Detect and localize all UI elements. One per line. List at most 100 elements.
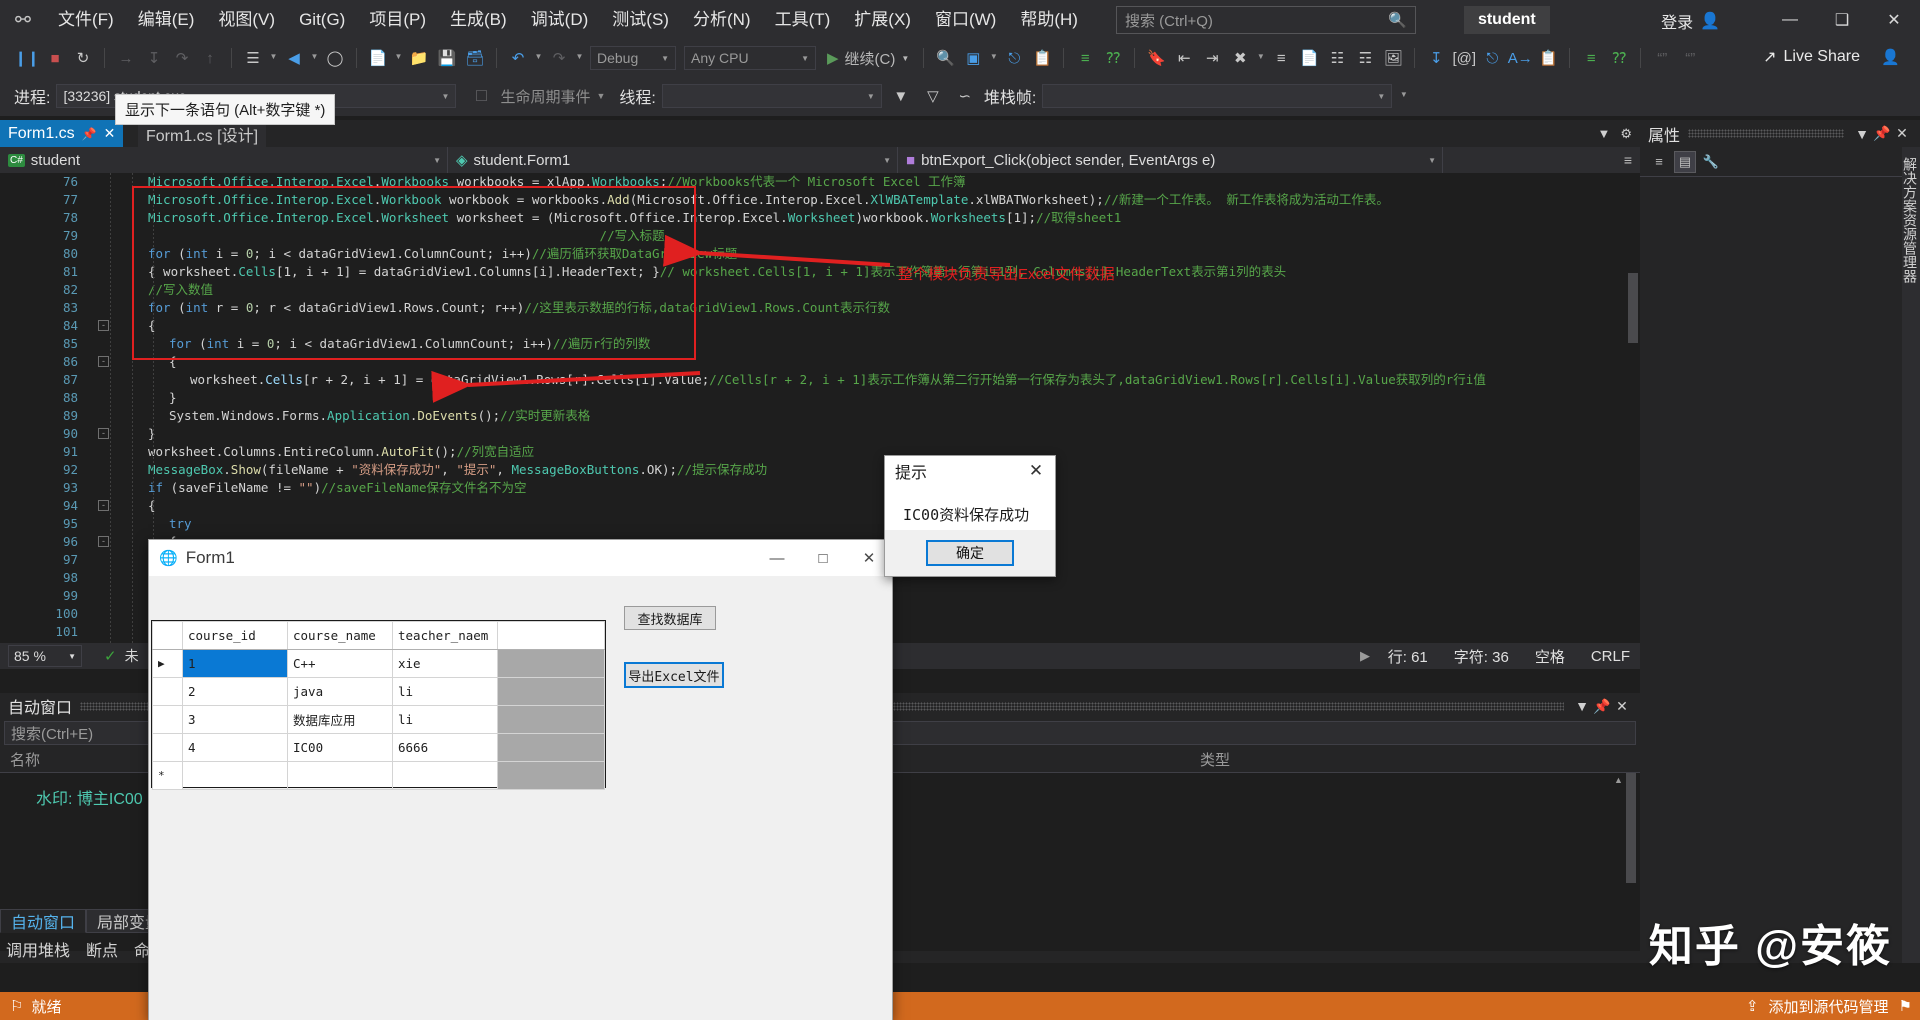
menu-item-edit[interactable]: 编辑(E) (126, 5, 207, 35)
code-fold-toggle[interactable]: - (98, 536, 109, 547)
chevron-down-icon-5[interactable]: ▼ (574, 52, 585, 65)
navigate-backward-icon[interactable]: ◀ (281, 45, 307, 71)
table-row[interactable]: * (152, 761, 605, 790)
pin-icon-properties[interactable]: 📌 (1872, 125, 1892, 142)
code-fold-toggle[interactable]: - (98, 320, 109, 331)
play-small-icon[interactable]: ▶ (1360, 648, 1370, 664)
add-to-source-control-label[interactable]: 添加到源代码管理 (1769, 996, 1889, 1017)
form1-title-bar[interactable]: 🌐 Form1 — □ ✕ (149, 540, 892, 576)
restart-icon[interactable]: ↻ (70, 45, 96, 71)
lifecycle-events-checkbox[interactable]: ☐ (468, 83, 494, 109)
table-row[interactable]: ▶ 1 C++ xie (152, 649, 605, 678)
at-icon[interactable]: [@] (1451, 45, 1477, 71)
grid-cell[interactable]: 数据库应用 (287, 705, 393, 734)
select-element-icon[interactable]: ⎋ (1001, 45, 1027, 71)
nav-combo-project[interactable]: C# student ▼ (0, 147, 448, 173)
grid-cell[interactable]: 2 (182, 677, 288, 706)
pointer-icon[interactable]: ⎋ (1479, 45, 1505, 71)
grid-cell[interactable]: C++ (287, 649, 393, 678)
message-dialog-close-button[interactable]: ✕ (1017, 456, 1055, 486)
pin-icon-autos[interactable]: 📌 (1592, 698, 1612, 715)
categorized-icon[interactable]: ≡ (1648, 151, 1670, 173)
prev-bookmark-icon[interactable]: ⇤ (1171, 45, 1197, 71)
message-dialog-ok-button[interactable]: 确定 (926, 540, 1014, 566)
clear-bookmark-icon[interactable]: ✖ (1227, 45, 1253, 71)
grid-cell[interactable]: xie (392, 649, 498, 678)
global-search-input[interactable]: 搜索 (Ctrl+Q) 🔍 (1115, 6, 1416, 34)
grid-cell[interactable]: li (392, 705, 498, 734)
chevron-down-icon-autos[interactable]: ▼ (1572, 698, 1592, 714)
thread-combo[interactable]: ▼ (661, 84, 882, 108)
chevron-down-icon-lifecycle[interactable]: ▼ (596, 91, 605, 101)
code-fold-toggle[interactable]: - (98, 356, 109, 367)
menu-item-debug[interactable]: 调试(D) (519, 5, 601, 35)
zoom-level-combo[interactable]: 85 % ▼ (8, 645, 82, 667)
new-project-icon[interactable]: 📄 (365, 45, 391, 71)
menu-item-file[interactable]: 文件(F) (46, 5, 126, 35)
grid-cell[interactable]: 6666 (392, 733, 498, 762)
toggle-comment-icon[interactable]: ⁇ (1606, 45, 1632, 71)
code-fold-toggle[interactable]: - (98, 428, 109, 439)
indent-icon[interactable]: ≡ (1072, 45, 1098, 71)
menu-item-git[interactable]: Git(G) (287, 5, 357, 35)
class-view-icon[interactable]: ☷ (1324, 45, 1350, 71)
form1-maximize-button[interactable]: □ (800, 540, 846, 576)
save-all-icon[interactable]: 🗃 (462, 45, 488, 71)
menu-item-extensions[interactable]: 扩展(X) (842, 5, 923, 35)
grid-cell[interactable]: java (287, 677, 393, 706)
grid-cell[interactable]: IC00 (287, 733, 393, 762)
stop-icon[interactable]: ■ (42, 45, 68, 71)
filter-clear-icon[interactable]: ▽ (920, 83, 946, 109)
show-next-statement-icon[interactable]: ☰ (240, 45, 266, 71)
outline-icon[interactable]: ≡ (1268, 45, 1294, 71)
filter-icon[interactable]: ▼ (888, 83, 914, 109)
form1-window[interactable]: 🌐 Form1 — □ ✕ course_id course_name teache… (148, 539, 893, 1020)
minimize-button[interactable]: — (1764, 0, 1816, 40)
menu-item-project[interactable]: 项目(P) (357, 5, 438, 35)
quotes-icon-2[interactable]: “” (1677, 45, 1703, 71)
nav-combo-class[interactable]: ◈ student.Form1 ▼ (448, 147, 898, 173)
feedback-person-icon[interactable]: 👤 (1881, 48, 1900, 66)
properties-icon[interactable]: 🔧 (1700, 151, 1722, 173)
grid-cell[interactable]: li (392, 677, 498, 706)
autos-vertical-scrollbar[interactable] (1626, 773, 1636, 883)
grid-column-header[interactable]: course_id (182, 621, 288, 650)
platform-combo[interactable]: Any CPU ▼ (684, 46, 816, 70)
overflow-chevron-icon[interactable]: ▼ (1398, 90, 1409, 103)
editor-vertical-scrollbar[interactable] (1628, 273, 1638, 343)
grid-cell[interactable]: 4 (182, 733, 288, 762)
table-row[interactable]: 4 IC00 6666 (152, 733, 605, 762)
file-icon[interactable]: 📄 (1296, 45, 1322, 71)
table-row[interactable]: 3 数据库应用 li (152, 705, 605, 734)
navigate-forward-icon[interactable]: ◯ (322, 45, 348, 71)
search-in-file-icon[interactable]: 🔍 (932, 45, 958, 71)
tab-call-stack[interactable]: 调用堆栈 (6, 937, 70, 961)
compare-icon[interactable]: 📋 (1029, 45, 1055, 71)
data-grid-view[interactable]: course_id course_name teacher_naem ▶ 1 C++ xi… (151, 620, 606, 790)
grid-cell[interactable]: 3 (182, 705, 288, 734)
close-icon-properties[interactable]: ✕ (1892, 125, 1912, 142)
tab-autos[interactable]: 自动窗口 (0, 909, 87, 933)
undo-icon[interactable]: ↶ (505, 45, 531, 71)
close-icon-autos[interactable]: ✕ (1612, 698, 1632, 715)
grid-column-header[interactable]: course_name (287, 621, 393, 650)
alphabetical-icon[interactable]: ▤ (1674, 150, 1696, 173)
menu-item-view[interactable]: 视图(V) (206, 5, 287, 35)
pin-icon[interactable]: 📌 (82, 127, 97, 141)
grid-cell[interactable] (392, 761, 498, 790)
chevron-down-icon-tabs[interactable]: ▼ (1597, 126, 1610, 141)
solution-explorer-vertical-tab[interactable]: 解决方案资源管理器 (1902, 147, 1920, 963)
chevron-down-icon-4[interactable]: ▼ (533, 52, 544, 65)
notifications-icon[interactable]: ⚑ (1899, 997, 1912, 1015)
menu-item-test[interactable]: 测试(S) (600, 5, 681, 35)
gear-icon[interactable]: ⚙ (1620, 126, 1632, 142)
chevron-down-icon-1[interactable]: ▼ (268, 52, 279, 65)
grid-cell[interactable] (287, 761, 393, 790)
chevron-down-icon-properties[interactable]: ▼ (1852, 126, 1872, 142)
open-file-icon[interactable]: 📁 (406, 45, 432, 71)
grid-column-header[interactable]: teacher_naem (392, 621, 498, 650)
format-icon[interactable]: ≡ (1578, 45, 1604, 71)
menu-item-build[interactable]: 生成(B) (438, 5, 519, 35)
continue-button[interactable]: ▶ 继续(C) ▼ (821, 48, 915, 69)
bookmark-icon[interactable]: 🔖 (1143, 45, 1169, 71)
